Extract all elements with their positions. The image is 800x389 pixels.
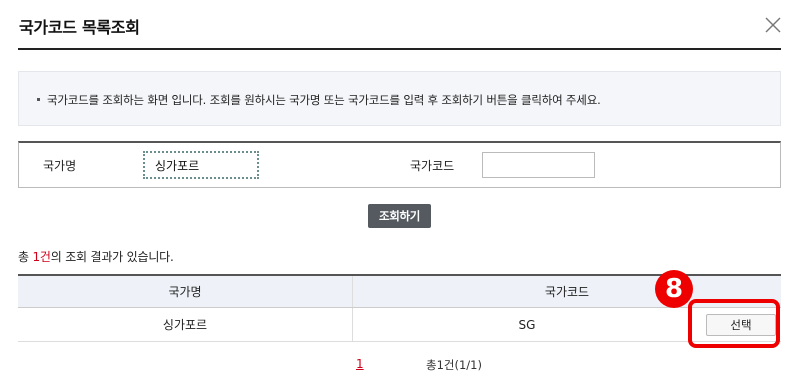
cell-country-code: SG (518, 317, 536, 332)
result-prefix: 총 (18, 250, 33, 264)
country-code-input[interactable] (482, 152, 595, 178)
search-button[interactable]: 조회하기 (368, 204, 431, 228)
pagination-total: 총1건(1/1) (426, 358, 482, 372)
highlight-box (688, 299, 780, 348)
pagination: 1 (356, 357, 364, 371)
country-name-label: 국가명 (43, 159, 77, 173)
search-form: 국가명 국가코드 (18, 141, 781, 188)
result-summary: 총 1건의 조회 결과가 있습니다. (18, 248, 174, 265)
step-badge: 8 (655, 270, 693, 308)
dialog-title: 국가코드 목록조회 (19, 18, 140, 37)
notice-box: 국가코드를 조회하는 화면 입니다. 조회를 원하시는 국가명 또는 국가코드를… (18, 71, 781, 126)
title-divider (18, 48, 781, 50)
result-suffix: 의 조회 결과가 있습니다. (50, 250, 174, 264)
notice-text: 국가코드를 조회하는 화면 입니다. 조회를 원하시는 국가명 또는 국가코드를… (47, 93, 601, 107)
country-name-input[interactable] (143, 151, 259, 179)
country-code-label: 국가코드 (410, 159, 455, 173)
header-country-name: 국가명 (18, 276, 353, 307)
close-icon[interactable] (764, 16, 782, 34)
bullet-icon (37, 98, 40, 101)
table-row: 싱가포르 SG 선택 (18, 308, 781, 342)
cell-country-name: 싱가포르 (18, 308, 353, 341)
page-link-1[interactable]: 1 (356, 357, 364, 371)
result-count: 1건 (32, 250, 51, 264)
